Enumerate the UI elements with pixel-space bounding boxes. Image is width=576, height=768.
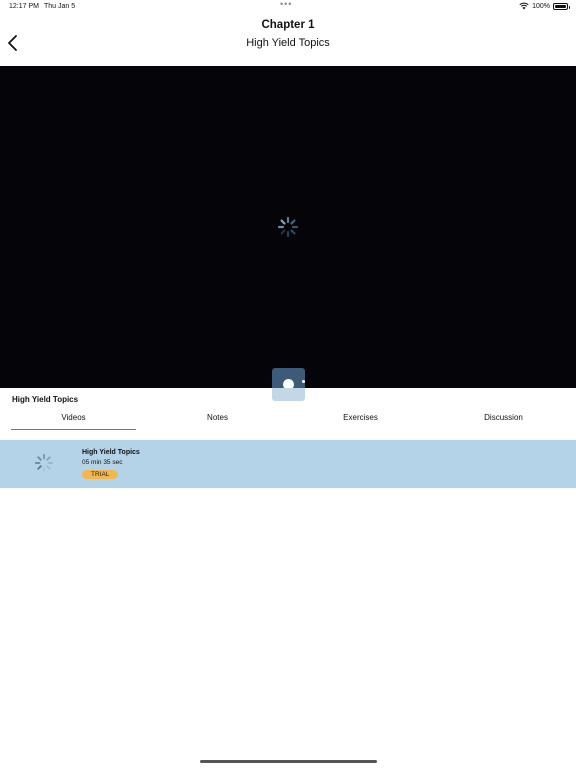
navigation-header: Chapter 1 High Yield Topics xyxy=(0,14,576,66)
tab-notes[interactable]: Notes xyxy=(155,410,280,430)
home-indicator[interactable] xyxy=(200,760,377,763)
video-title: High Yield Topics xyxy=(82,449,140,456)
section-title: High Yield Topics xyxy=(12,395,79,404)
video-player[interactable] xyxy=(0,66,576,400)
content-tabs: Videos Notes Exercises Discussion xyxy=(0,410,576,430)
status-bar: 12:17 PM Thu Jan 5 ••• 100% xyxy=(0,0,576,14)
spinner-icon xyxy=(34,453,54,473)
app-screen: 12:17 PM Thu Jan 5 ••• 100% Chapter 1 Hi… xyxy=(0,0,576,768)
trial-badge: TRIAL xyxy=(82,470,119,479)
player-control-tail xyxy=(272,388,305,401)
video-list-item[interactable]: High Yield Topics 05 min 35 sec TRIAL xyxy=(0,440,576,488)
page-subtitle: High Yield Topics xyxy=(246,37,330,49)
tab-exercises[interactable]: Exercises xyxy=(298,410,423,430)
battery-icon xyxy=(553,2,570,10)
tab-videos[interactable]: Videos xyxy=(11,410,136,430)
battery-level xyxy=(555,4,566,8)
video-duration: 05 min 35 sec xyxy=(82,459,123,466)
page-title: Chapter 1 xyxy=(261,19,315,31)
wifi-icon xyxy=(519,2,529,10)
status-indicators: 100% xyxy=(519,2,570,10)
multitasking-dots-icon[interactable]: ••• xyxy=(280,0,292,9)
battery-percentage: 100% xyxy=(532,2,550,10)
spinner-icon xyxy=(277,216,299,238)
status-time: 12:17 PM xyxy=(9,3,39,10)
indicator-dot-icon xyxy=(302,380,305,383)
status-date: Thu Jan 5 xyxy=(44,3,76,10)
tab-discussion[interactable]: Discussion xyxy=(441,410,566,430)
